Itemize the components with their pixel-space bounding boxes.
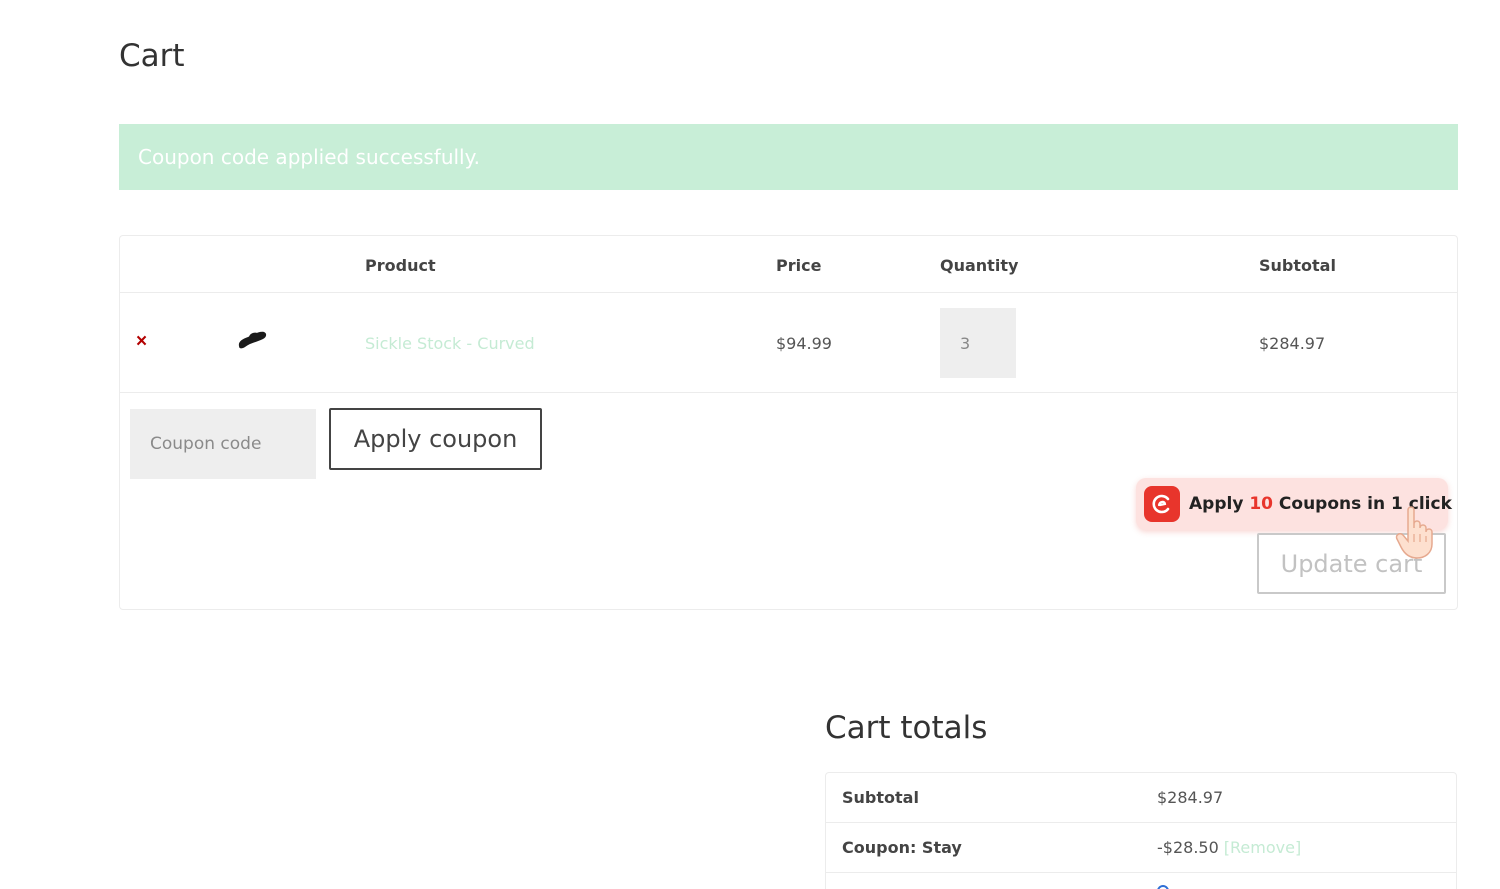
coupon-extension-logo-icon	[1144, 486, 1180, 522]
product-name-link[interactable]: Sickle Stock - Curved	[365, 334, 535, 353]
header-quantity: Quantity	[940, 256, 1019, 275]
promo-count: 10	[1249, 494, 1273, 514]
cart-page: Cart Coupon code applied successfully. P…	[0, 0, 1500, 889]
remove-item-icon[interactable]: ×	[136, 332, 147, 351]
totals-coupon-value: -$28.50	[1157, 838, 1219, 857]
apply-coupon-button[interactable]: Apply coupon	[329, 408, 542, 470]
row-divider	[120, 392, 1457, 393]
totals-subtotal-label: Subtotal	[842, 788, 919, 807]
success-notice-text: Coupon code applied successfully.	[138, 145, 480, 169]
remove-coupon-link[interactable]: [Remove]	[1224, 838, 1301, 857]
totals-coupon-value-wrap: -$28.50 [Remove]	[1157, 838, 1301, 857]
success-notice: Coupon code applied successfully.	[119, 124, 1458, 190]
product-subtotal: $284.97	[1259, 334, 1326, 353]
promo-label: Apply 10 Coupons in 1 click	[1189, 494, 1452, 514]
header-subtotal: Subtotal	[1259, 256, 1336, 275]
product-thumbnail[interactable]	[236, 328, 268, 352]
totals-coupon-label: Coupon: Stay	[842, 838, 962, 857]
quantity-input[interactable]	[940, 308, 1016, 378]
update-cart-button[interactable]: Update cart	[1257, 533, 1446, 594]
header-price: Price	[776, 256, 822, 275]
page-title: Cart	[119, 38, 185, 74]
product-price: $94.99	[776, 334, 832, 353]
apply-coupons-promo-button[interactable]: Apply 10 Coupons in 1 click	[1136, 478, 1452, 530]
totals-row-coupon: Coupon: Stay -$28.50 [Remove]	[826, 823, 1456, 873]
coupon-code-input[interactable]	[130, 409, 316, 479]
promo-suffix: Coupons in 1 click	[1278, 494, 1452, 514]
cart-totals-table: Subtotal $284.97 Coupon: Stay -$28.50 [Re…	[825, 772, 1457, 889]
totals-row-subtotal: Subtotal $284.97	[826, 773, 1456, 823]
cart-totals-title: Cart totals	[825, 710, 988, 746]
shipping-radio-icon[interactable]	[1157, 885, 1169, 889]
cart-table: Product Price Quantity Subtotal × Sickle…	[119, 235, 1458, 610]
header-product: Product	[365, 256, 436, 275]
promo-prefix: Apply	[1189, 494, 1244, 514]
totals-subtotal-value: $284.97	[1157, 788, 1224, 807]
header-divider	[120, 292, 1457, 293]
